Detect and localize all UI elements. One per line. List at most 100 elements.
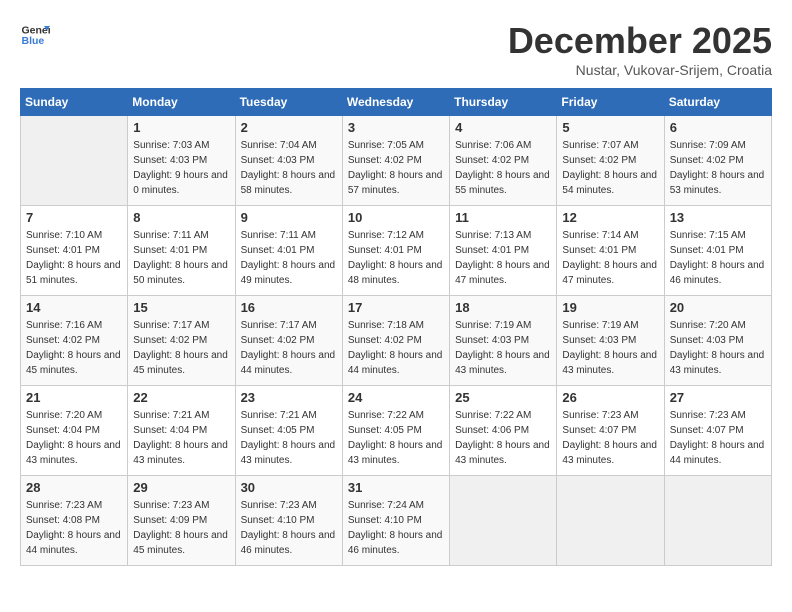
day-of-week-header: Thursday <box>450 89 557 116</box>
day-number: 10 <box>348 210 444 225</box>
day-number: 1 <box>133 120 229 135</box>
calendar-cell <box>21 116 128 206</box>
calendar-cell: 2 Sunrise: 7:04 AMSunset: 4:03 PMDaylight… <box>235 116 342 206</box>
calendar-cell: 14 Sunrise: 7:16 AMSunset: 4:02 PMDayligh… <box>21 296 128 386</box>
day-number: 3 <box>348 120 444 135</box>
day-info: Sunrise: 7:21 AMSunset: 4:05 PMDaylight:… <box>241 408 337 468</box>
day-info: Sunrise: 7:23 AMSunset: 4:07 PMDaylight:… <box>562 408 658 468</box>
day-info: Sunrise: 7:23 AMSunset: 4:09 PMDaylight:… <box>133 498 229 558</box>
day-number: 31 <box>348 480 444 495</box>
day-number: 24 <box>348 390 444 405</box>
title-area: December 2025 Nustar, Vukovar-Srijem, Cr… <box>508 20 772 78</box>
day-info: Sunrise: 7:21 AMSunset: 4:04 PMDaylight:… <box>133 408 229 468</box>
calendar-cell <box>557 476 664 566</box>
day-number: 21 <box>26 390 122 405</box>
calendar-body: 1 Sunrise: 7:03 AMSunset: 4:03 PMDaylight… <box>21 116 772 566</box>
logo-icon: General Blue <box>20 20 50 50</box>
day-number: 7 <box>26 210 122 225</box>
day-number: 20 <box>670 300 766 315</box>
calendar-cell: 17Sunrise: 7:18 AMSunset: 4:02 PMDayligh… <box>342 296 449 386</box>
calendar-cell: 8 Sunrise: 7:11 AMSunset: 4:01 PMDaylight… <box>128 206 235 296</box>
month-title: December 2025 <box>508 20 772 62</box>
calendar-cell <box>664 476 771 566</box>
day-of-week-header: Saturday <box>664 89 771 116</box>
day-info: Sunrise: 7:17 AMSunset: 4:02 PMDaylight:… <box>133 318 229 378</box>
calendar-cell: 20 Sunrise: 7:20 AMSunset: 4:03 PMDayligh… <box>664 296 771 386</box>
location: Nustar, Vukovar-Srijem, Croatia <box>508 62 772 78</box>
day-info: Sunrise: 7:22 AMSunset: 4:06 PMDaylight:… <box>455 408 551 468</box>
day-info: Sunrise: 7:12 AMSunset: 4:01 PMDaylight:… <box>348 228 444 288</box>
calendar-cell: 10 Sunrise: 7:12 AMSunset: 4:01 PMDayligh… <box>342 206 449 296</box>
calendar-cell: 28 Sunrise: 7:23 AMSunset: 4:08 PMDayligh… <box>21 476 128 566</box>
day-number: 13 <box>670 210 766 225</box>
calendar-cell: 30 Sunrise: 7:23 AMSunset: 4:10 PMDayligh… <box>235 476 342 566</box>
day-number: 8 <box>133 210 229 225</box>
days-of-week-row: SundayMondayTuesdayWednesdayThursdayFrid… <box>21 89 772 116</box>
day-info: Sunrise: 7:17 AMSunset: 4:02 PMDaylight:… <box>241 318 337 378</box>
calendar-table: SundayMondayTuesdayWednesdayThursdayFrid… <box>20 88 772 566</box>
day-number: 5 <box>562 120 658 135</box>
logo: General Blue <box>20 20 50 50</box>
header: General Blue December 2025 Nustar, Vukov… <box>20 20 772 78</box>
calendar-week-row: 14 Sunrise: 7:16 AMSunset: 4:02 PMDayligh… <box>21 296 772 386</box>
day-number: 15 <box>133 300 229 315</box>
day-info: Sunrise: 7:16 AMSunset: 4:02 PMDaylight:… <box>26 318 122 378</box>
calendar-cell: 23 Sunrise: 7:21 AMSunset: 4:05 PMDayligh… <box>235 386 342 476</box>
day-info: Sunrise: 7:23 AMSunset: 4:07 PMDaylight:… <box>670 408 766 468</box>
svg-text:Blue: Blue <box>22 35 45 47</box>
calendar-header: SundayMondayTuesdayWednesdayThursdayFrid… <box>21 89 772 116</box>
day-info: Sunrise: 7:23 AMSunset: 4:08 PMDaylight:… <box>26 498 122 558</box>
day-number: 26 <box>562 390 658 405</box>
day-info: Sunrise: 7:24 AMSunset: 4:10 PMDaylight:… <box>348 498 444 558</box>
calendar-cell: 22Sunrise: 7:21 AMSunset: 4:04 PMDayligh… <box>128 386 235 476</box>
day-number: 14 <box>26 300 122 315</box>
calendar-cell: 24Sunrise: 7:22 AMSunset: 4:05 PMDayligh… <box>342 386 449 476</box>
day-of-week-header: Friday <box>557 89 664 116</box>
calendar-cell: 16 Sunrise: 7:17 AMSunset: 4:02 PMDayligh… <box>235 296 342 386</box>
calendar-week-row: 28 Sunrise: 7:23 AMSunset: 4:08 PMDayligh… <box>21 476 772 566</box>
calendar-cell: 25Sunrise: 7:22 AMSunset: 4:06 PMDayligh… <box>450 386 557 476</box>
day-info: Sunrise: 7:18 AMSunset: 4:02 PMDaylight:… <box>348 318 444 378</box>
day-info: Sunrise: 7:06 AMSunset: 4:02 PMDaylight:… <box>455 138 551 198</box>
calendar-cell: 13 Sunrise: 7:15 AMSunset: 4:01 PMDayligh… <box>664 206 771 296</box>
calendar-cell: 21Sunrise: 7:20 AMSunset: 4:04 PMDayligh… <box>21 386 128 476</box>
calendar-cell: 27Sunrise: 7:23 AMSunset: 4:07 PMDayligh… <box>664 386 771 476</box>
day-of-week-header: Tuesday <box>235 89 342 116</box>
day-of-week-header: Monday <box>128 89 235 116</box>
day-info: Sunrise: 7:11 AMSunset: 4:01 PMDaylight:… <box>133 228 229 288</box>
calendar-week-row: 7Sunrise: 7:10 AMSunset: 4:01 PMDaylight… <box>21 206 772 296</box>
day-number: 11 <box>455 210 551 225</box>
calendar-cell: 3 Sunrise: 7:05 AMSunset: 4:02 PMDaylight… <box>342 116 449 206</box>
calendar-cell: 18Sunrise: 7:19 AMSunset: 4:03 PMDayligh… <box>450 296 557 386</box>
day-of-week-header: Wednesday <box>342 89 449 116</box>
day-number: 16 <box>241 300 337 315</box>
calendar-cell: 29 Sunrise: 7:23 AMSunset: 4:09 PMDayligh… <box>128 476 235 566</box>
day-info: Sunrise: 7:23 AMSunset: 4:10 PMDaylight:… <box>241 498 337 558</box>
day-info: Sunrise: 7:15 AMSunset: 4:01 PMDaylight:… <box>670 228 766 288</box>
day-info: Sunrise: 7:14 AMSunset: 4:01 PMDaylight:… <box>562 228 658 288</box>
day-info: Sunrise: 7:03 AMSunset: 4:03 PMDaylight:… <box>133 138 229 198</box>
day-info: Sunrise: 7:20 AMSunset: 4:03 PMDaylight:… <box>670 318 766 378</box>
day-number: 23 <box>241 390 337 405</box>
calendar-cell <box>450 476 557 566</box>
calendar-cell: 5Sunrise: 7:07 AMSunset: 4:02 PMDaylight… <box>557 116 664 206</box>
day-number: 28 <box>26 480 122 495</box>
calendar-cell: 11 Sunrise: 7:13 AMSunset: 4:01 PMDayligh… <box>450 206 557 296</box>
day-number: 19 <box>562 300 658 315</box>
calendar-cell: 1 Sunrise: 7:03 AMSunset: 4:03 PMDaylight… <box>128 116 235 206</box>
day-number: 4 <box>455 120 551 135</box>
day-of-week-header: Sunday <box>21 89 128 116</box>
day-number: 6 <box>670 120 766 135</box>
calendar-cell: 26 Sunrise: 7:23 AMSunset: 4:07 PMDayligh… <box>557 386 664 476</box>
day-info: Sunrise: 7:09 AMSunset: 4:02 PMDaylight:… <box>670 138 766 198</box>
day-number: 30 <box>241 480 337 495</box>
calendar-cell: 19 Sunrise: 7:19 AMSunset: 4:03 PMDayligh… <box>557 296 664 386</box>
calendar-cell: 12Sunrise: 7:14 AMSunset: 4:01 PMDayligh… <box>557 206 664 296</box>
day-info: Sunrise: 7:04 AMSunset: 4:03 PMDaylight:… <box>241 138 337 198</box>
day-info: Sunrise: 7:19 AMSunset: 4:03 PMDaylight:… <box>455 318 551 378</box>
day-number: 29 <box>133 480 229 495</box>
day-info: Sunrise: 7:05 AMSunset: 4:02 PMDaylight:… <box>348 138 444 198</box>
day-info: Sunrise: 7:19 AMSunset: 4:03 PMDaylight:… <box>562 318 658 378</box>
day-number: 2 <box>241 120 337 135</box>
day-info: Sunrise: 7:13 AMSunset: 4:01 PMDaylight:… <box>455 228 551 288</box>
